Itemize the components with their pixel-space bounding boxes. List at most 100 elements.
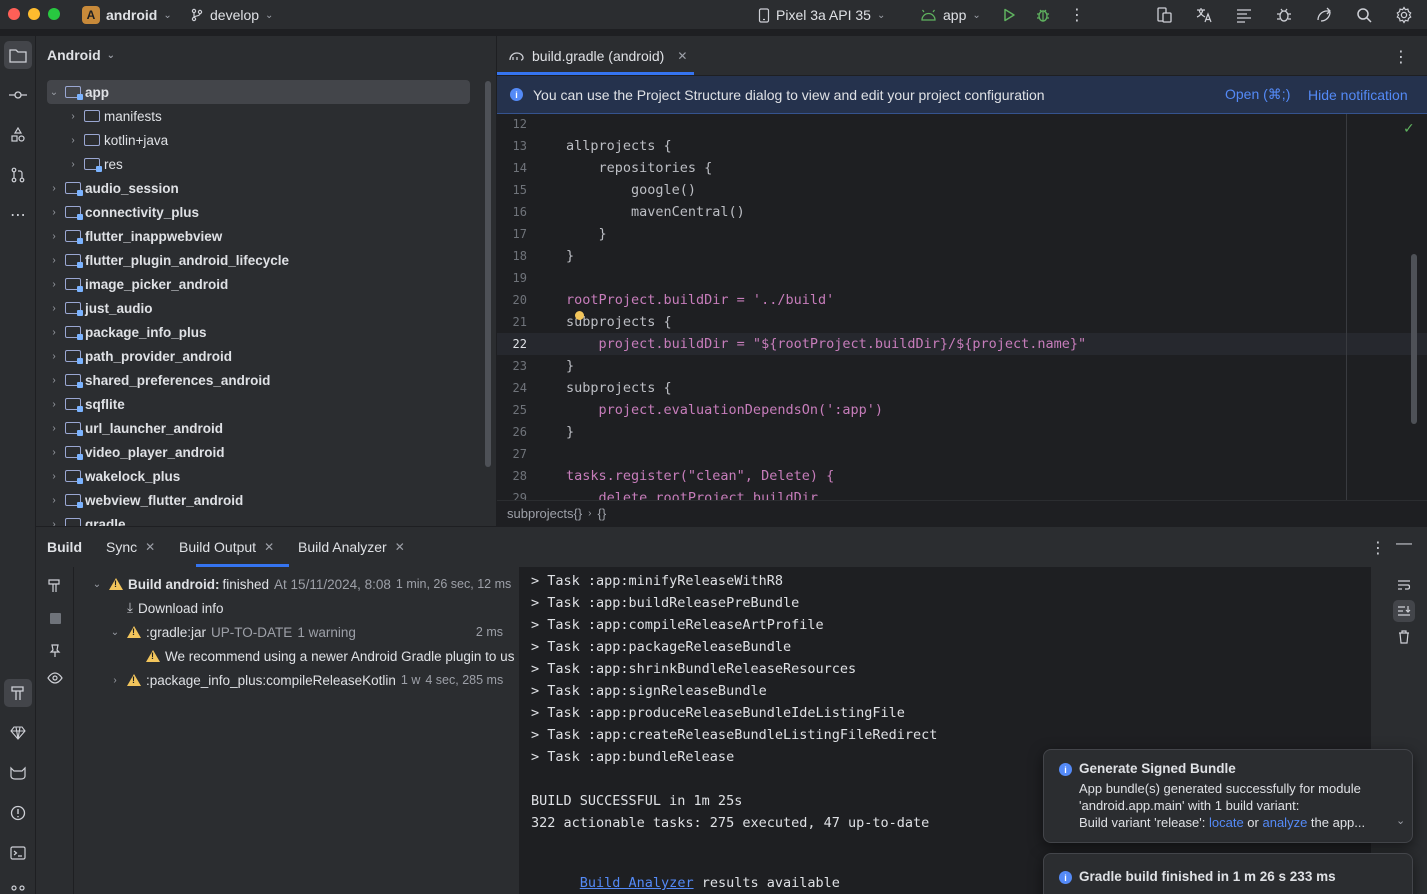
tree-item-module[interactable]: › url_launcher_android (47, 416, 470, 440)
tab-build-analyzer[interactable]: Build Analyzer ✕ (298, 527, 405, 567)
close-tab-icon[interactable]: ✕ (395, 540, 405, 554)
chevron-right-icon[interactable]: › (47, 303, 61, 314)
eye-icon[interactable] (41, 664, 69, 692)
rebuild-hammer-icon[interactable] (41, 572, 69, 600)
compile-task-row[interactable]: › :package_info_plus:compileReleaseKotli… (108, 668, 519, 692)
chevron-right-icon[interactable]: › (47, 423, 61, 434)
chevron-right-icon[interactable]: › (47, 327, 61, 338)
project-switcher[interactable]: A android ⌄ (82, 0, 172, 30)
translate-icon[interactable] (1193, 4, 1215, 26)
pull-requests-icon[interactable] (4, 161, 32, 189)
chevron-right-icon[interactable]: › (47, 519, 61, 527)
debug-icon[interactable] (1032, 4, 1054, 26)
stop-icon[interactable] (41, 604, 69, 632)
tree-item-module[interactable]: › path_provider_android (47, 344, 470, 368)
breadcrumb-item[interactable]: subprojects{} (507, 506, 582, 521)
tree-item-module[interactable]: › shared_preferences_android (47, 368, 470, 392)
run-icon[interactable] (998, 4, 1020, 26)
sync-layout-icon[interactable] (1233, 4, 1255, 26)
tree-item-module[interactable]: › flutter_plugin_android_lifecycle (47, 248, 470, 272)
device-selector[interactable]: Pixel 3a API 35 ⌄ (758, 0, 885, 30)
close-tab-icon[interactable]: ✕ (264, 540, 274, 554)
build-console-output[interactable]: > Task :app:minifyReleaseWithR8 > Task :… (519, 567, 1371, 894)
close-tab-icon[interactable]: ✕ (677, 49, 687, 63)
resource-manager-icon[interactable] (4, 121, 32, 149)
run-config-selector[interactable]: app ⌄ (920, 0, 981, 30)
tab-options-icon[interactable]: ⋮ (1393, 47, 1409, 67)
chevron-right-icon[interactable]: › (47, 279, 61, 290)
tab-sync[interactable]: Sync ✕ (106, 527, 155, 567)
more-tools-icon[interactable]: ⋯ (4, 201, 32, 229)
warning-message-row[interactable]: We recommend using a newer Android Gradl… (146, 644, 514, 668)
open-project-structure-link[interactable]: Open (⌘;) (1225, 86, 1290, 103)
tree-item-app[interactable]: ⌄ app (47, 80, 470, 104)
terminal-icon[interactable] (4, 839, 32, 867)
chevron-right-icon[interactable]: › (47, 183, 61, 194)
problems-icon[interactable] (4, 799, 32, 827)
tree-item-module[interactable]: › just_audio (47, 296, 470, 320)
intention-bulb-icon[interactable] (575, 311, 584, 320)
locate-link[interactable]: locate (1209, 815, 1244, 830)
build-hammer-icon[interactable] (4, 679, 32, 707)
close-window-button[interactable] (8, 8, 20, 20)
chevron-right-icon[interactable]: › (66, 111, 80, 122)
tree-item-res[interactable]: › res (47, 152, 470, 176)
bug-icon[interactable] (1273, 4, 1295, 26)
tree-item-gradle[interactable]: › gradle (47, 512, 470, 526)
tree-item-module[interactable]: › video_player_android (47, 440, 470, 464)
pin-icon[interactable] (41, 637, 69, 665)
editor-scrollbar[interactable] (1411, 254, 1417, 424)
tab-build[interactable]: Build (47, 527, 82, 567)
no-problems-check-icon[interactable]: ✓ (1403, 120, 1415, 137)
expand-notification-icon[interactable]: ⌄ (1396, 814, 1405, 827)
tree-item-kotlin-java[interactable]: › kotlin+java (47, 128, 470, 152)
search-icon[interactable] (1353, 4, 1375, 26)
logcat-icon[interactable] (4, 759, 32, 787)
gradle-sync-icon[interactable] (1313, 4, 1335, 26)
chevron-down-icon[interactable]: ⌄ (108, 627, 122, 638)
trash-icon[interactable] (1393, 626, 1415, 648)
project-scrollbar[interactable] (485, 81, 491, 467)
chevron-right-icon[interactable]: › (66, 159, 80, 170)
build-root-row[interactable]: ⌄ Build android: finished At 15/11/2024,… (90, 572, 519, 596)
chevron-right-icon[interactable]: › (47, 207, 61, 218)
panel-options-icon[interactable]: ⋮ (1370, 538, 1386, 558)
tree-item-module[interactable]: › connectivity_plus (47, 200, 470, 224)
soft-wrap-icon[interactable] (1393, 574, 1415, 596)
gem-icon[interactable] (4, 719, 32, 747)
chevron-right-icon[interactable]: › (47, 495, 61, 506)
tree-item-manifests[interactable]: › manifests (47, 104, 470, 128)
branch-switcher[interactable]: develop ⌄ (190, 0, 273, 30)
device-manager-icon[interactable] (1153, 4, 1175, 26)
tree-item-module[interactable]: › wakelock_plus (47, 464, 470, 488)
chevron-right-icon[interactable]: › (47, 399, 61, 410)
chevron-right-icon[interactable]: › (47, 255, 61, 266)
more-actions-icon[interactable]: ⋮ (1066, 4, 1088, 26)
build-analyzer-link[interactable]: Build Analyzer (580, 875, 694, 891)
settings-gear-icon[interactable] (1393, 4, 1415, 26)
chevron-right-icon[interactable]: › (47, 375, 61, 386)
chevron-right-icon[interactable]: › (47, 351, 61, 362)
breadcrumb-item[interactable]: {} (598, 506, 607, 521)
project-folder-icon[interactable] (4, 41, 32, 69)
code-text-area[interactable]: allprojects { repositories { google() ma… (497, 114, 1346, 500)
chevron-right-icon[interactable]: › (108, 675, 122, 686)
chevron-right-icon[interactable]: › (66, 135, 80, 146)
scroll-to-end-icon[interactable] (1393, 600, 1415, 622)
minimize-window-button[interactable] (28, 8, 40, 20)
chevron-right-icon[interactable]: › (47, 231, 61, 242)
zoom-window-button[interactable] (48, 8, 60, 20)
tab-build-gradle[interactable]: build.gradle (android) ✕ (497, 36, 694, 76)
tree-item-module[interactable]: › audio_session (47, 176, 470, 200)
tree-item-module[interactable]: › package_info_plus (47, 320, 470, 344)
hide-notification-link[interactable]: Hide notification (1308, 87, 1408, 103)
tree-item-module[interactable]: › image_picker_android (47, 272, 470, 296)
tree-item-module[interactable]: › webview_flutter_android (47, 488, 470, 512)
minimize-panel-icon[interactable]: — (1396, 535, 1412, 553)
tab-build-output[interactable]: Build Output ✕ (179, 527, 274, 567)
chevron-down-icon[interactable]: ⌄ (47, 87, 61, 98)
project-view-selector[interactable]: Android ⌄ (47, 47, 115, 63)
chevron-right-icon[interactable]: › (47, 471, 61, 482)
commit-icon[interactable] (4, 81, 32, 109)
close-tab-icon[interactable]: ✕ (145, 540, 155, 554)
